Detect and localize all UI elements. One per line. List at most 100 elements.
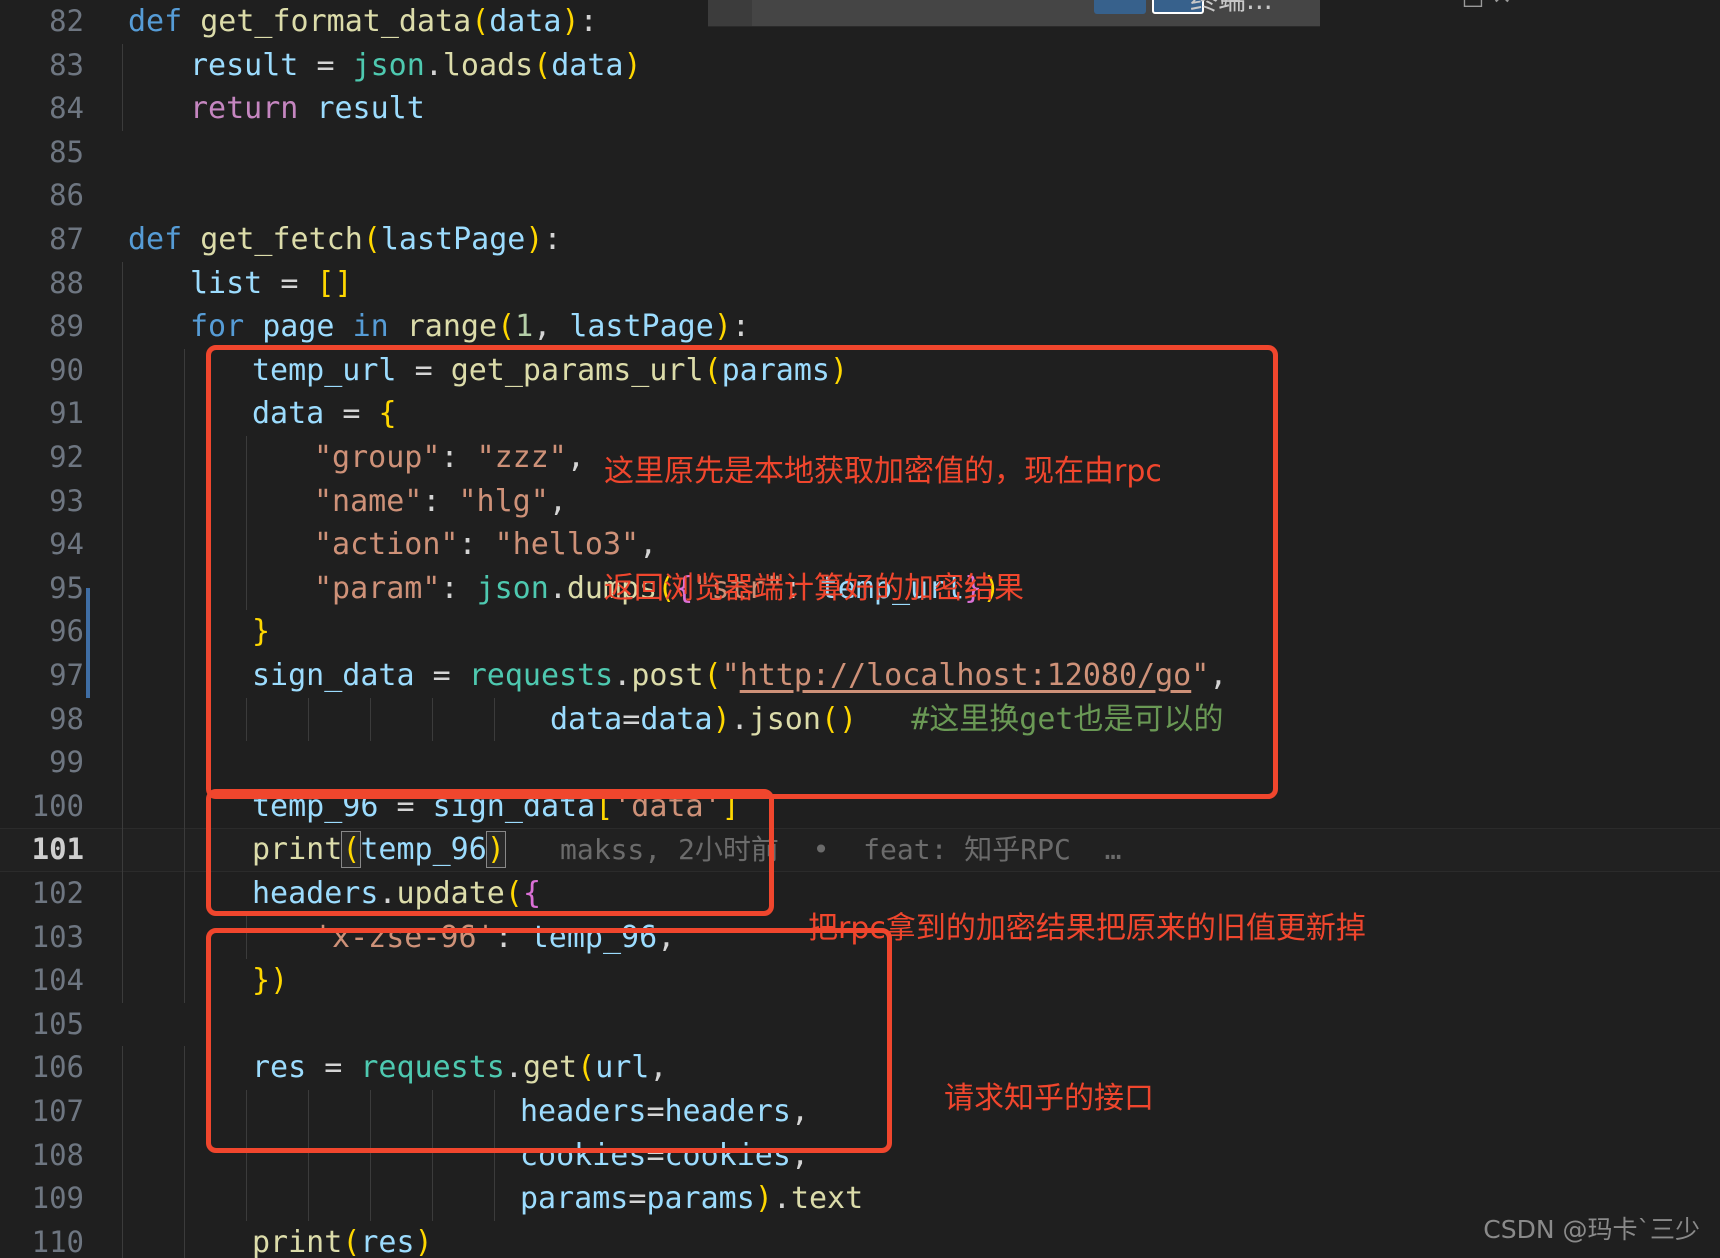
code-text[interactable]: temp_96 = sign_data['data'] bbox=[252, 785, 740, 829]
indent-guide bbox=[122, 1177, 123, 1221]
code-line[interactable]: 87 def get_fetch(lastPage): bbox=[0, 218, 1720, 262]
indent-guide bbox=[122, 43, 123, 88]
code-line[interactable]: 86 bbox=[0, 174, 1720, 218]
line-number: 106 bbox=[31, 1050, 84, 1085]
line-number: 96 bbox=[49, 614, 84, 649]
code-text[interactable]: res = requests.get(url, bbox=[252, 1046, 667, 1090]
code-text[interactable]: def get_fetch(lastPage): bbox=[128, 218, 562, 262]
terminal-window-controls[interactable]: — □ ✕ bbox=[1430, 0, 1512, 10]
indent-guide bbox=[308, 1133, 309, 1178]
code-line[interactable]: 107 headers=headers, bbox=[0, 1090, 1720, 1134]
indent-guide bbox=[122, 479, 123, 524]
line-number: 90 bbox=[49, 352, 84, 387]
line-number: 109 bbox=[31, 1181, 84, 1216]
indent-guide bbox=[184, 1220, 185, 1258]
code-line[interactable]: 99 bbox=[0, 741, 1720, 785]
code-line[interactable]: 108 cookies=cookies, bbox=[0, 1133, 1720, 1178]
code-line[interactable]: 88 list = [] bbox=[0, 261, 1720, 306]
code-text[interactable]: 'x-zse-96': temp_96, bbox=[314, 916, 675, 960]
annotation-rpc-line1: 这里原先是本地获取加密值的，现在由rpc bbox=[604, 454, 1162, 489]
code-text[interactable]: "group": "zzz", bbox=[314, 436, 585, 480]
line-number: 86 bbox=[49, 178, 84, 213]
code-text[interactable]: print(temp_96) bbox=[252, 828, 506, 872]
screenshot-root: 82 def get_format_data(data): 83 result = j… bbox=[0, 0, 1720, 1258]
code-text[interactable]: } bbox=[252, 610, 270, 654]
indent-guide bbox=[432, 1177, 433, 1221]
code-text[interactable]: for page in range(1, lastPage): bbox=[190, 305, 750, 349]
indent-guide bbox=[122, 1090, 123, 1134]
line-number: 95 bbox=[49, 570, 84, 605]
indent-guide bbox=[184, 1133, 185, 1178]
line-number: 84 bbox=[49, 91, 84, 126]
indent-guide bbox=[246, 1133, 247, 1178]
code-text[interactable]: print(res) bbox=[252, 1221, 433, 1258]
code-text[interactable]: headers.update({ bbox=[252, 872, 541, 916]
code-editor[interactable]: 82 def get_format_data(data): 83 result = j… bbox=[0, 0, 1720, 1258]
line-number: 98 bbox=[49, 701, 84, 736]
indent-guide bbox=[494, 1090, 495, 1134]
indent-guide bbox=[122, 1133, 123, 1178]
indent-guide bbox=[184, 566, 185, 611]
code-line[interactable]: 106 res = requests.get(url, bbox=[0, 1046, 1720, 1090]
annotation-rpc-line2: 返回浏览器端计算好的加密结果 bbox=[604, 571, 1024, 606]
code-line[interactable]: 83 result = json.loads(data) bbox=[0, 43, 1720, 88]
line-number: 97 bbox=[49, 658, 84, 692]
code-text[interactable]: data = { bbox=[252, 392, 397, 436]
indent-guide bbox=[246, 1090, 247, 1134]
indent-guide bbox=[122, 697, 123, 742]
indent-guide bbox=[184, 959, 185, 1003]
indent-guide bbox=[122, 610, 123, 654]
code-text[interactable]: def get_format_data(data): bbox=[128, 0, 598, 44]
code-text[interactable]: data=data).json() #这里换get也是可以的 bbox=[550, 698, 1224, 742]
indent-guide bbox=[184, 784, 185, 829]
terminal-panel-label: 终端... bbox=[1190, 0, 1273, 18]
indent-guide bbox=[122, 784, 123, 829]
indent-guide bbox=[184, 1177, 185, 1221]
indent-guide bbox=[184, 741, 185, 785]
line-number: 110 bbox=[31, 1224, 84, 1258]
line-number: 93 bbox=[49, 483, 84, 518]
code-line[interactable]: 89 for page in range(1, lastPage): bbox=[0, 305, 1720, 349]
csdn-watermark: CSDN @玛卡`三少 bbox=[1483, 1215, 1700, 1244]
indent-guide bbox=[246, 479, 247, 524]
code-text[interactable]: }) bbox=[252, 959, 288, 1003]
code-text[interactable]: params=params).text bbox=[520, 1177, 863, 1221]
toolbar-button-primary[interactable] bbox=[1094, 0, 1146, 14]
annotation-text-rpc-encryption: 这里原先是本地获取加密值的，现在由rpc 返回浏览器端计算好的加密结果 bbox=[604, 374, 1162, 686]
code-text[interactable]: headers=headers, bbox=[520, 1090, 809, 1134]
code-line[interactable]: 84 return result bbox=[0, 87, 1720, 131]
indent-guide bbox=[494, 1177, 495, 1221]
line-number: 91 bbox=[49, 396, 84, 431]
code-line[interactable]: 110 print(res) bbox=[0, 1220, 1720, 1258]
code-text[interactable]: return result bbox=[190, 87, 425, 131]
line-number: 105 bbox=[31, 1006, 84, 1041]
indent-guide bbox=[184, 697, 185, 742]
code-line[interactable]: 85 bbox=[0, 131, 1720, 175]
line-number: 103 bbox=[31, 919, 84, 954]
indent-guide bbox=[184, 610, 185, 654]
line-number: 99 bbox=[49, 745, 84, 780]
indent-guide bbox=[246, 436, 247, 480]
annotation-update-line1: 把rpc拿到的加密结果把原来的旧值更新掉 bbox=[808, 911, 1366, 946]
indent-guide bbox=[122, 305, 123, 349]
code-line[interactable]: 109 params=params).text bbox=[0, 1177, 1720, 1221]
indent-guide bbox=[122, 1220, 123, 1258]
indent-guide bbox=[122, 959, 123, 1003]
indent-guide bbox=[246, 523, 247, 567]
indent-guide bbox=[184, 1046, 185, 1090]
line-number: 107 bbox=[31, 1094, 84, 1128]
indent-guide bbox=[246, 915, 247, 960]
indent-guide bbox=[308, 1090, 309, 1134]
code-text[interactable]: "name": "hlg", bbox=[314, 480, 567, 524]
indent-guide bbox=[184, 348, 185, 393]
code-text[interactable]: cookies=cookies, bbox=[520, 1134, 809, 1178]
code-line[interactable]: 100 temp_96 = sign_data['data'] bbox=[0, 784, 1720, 829]
code-line[interactable]: 98 data=data).json() #这里换get也是可以的 bbox=[0, 697, 1720, 742]
code-text[interactable]: list = [] bbox=[190, 262, 353, 306]
line-number: 100 bbox=[31, 788, 84, 823]
code-text[interactable]: result = json.loads(data) bbox=[190, 44, 642, 88]
indent-guide bbox=[308, 1177, 309, 1221]
indent-guide bbox=[184, 1090, 185, 1134]
indent-guide bbox=[122, 348, 123, 393]
indent-guide bbox=[184, 392, 185, 436]
